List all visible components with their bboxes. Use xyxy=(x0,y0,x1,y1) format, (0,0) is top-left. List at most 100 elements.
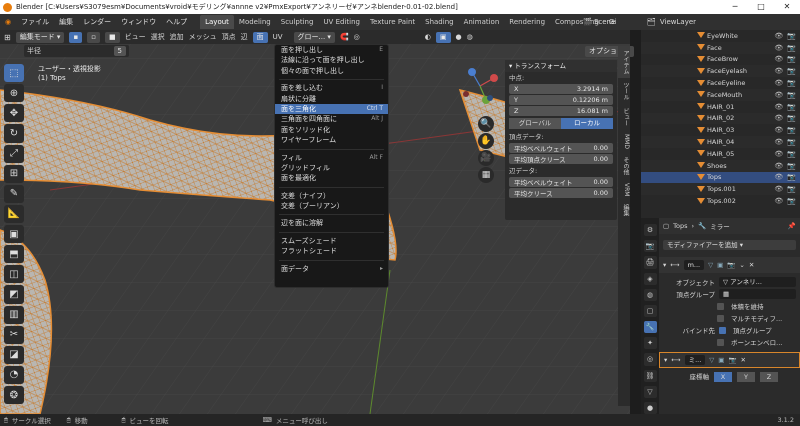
axis-y-toggle[interactable]: Y xyxy=(737,372,755,382)
editmode2-toggle-icon[interactable]: ▽ xyxy=(709,356,714,364)
vertex-bevel-field[interactable]: 平均ベベルウェイト 0.00 xyxy=(509,143,613,153)
camera-icon[interactable]: 🎥 xyxy=(478,150,494,166)
transform-orientation[interactable]: グロー... ▾ xyxy=(293,31,335,43)
render-camera-icon[interactable]: 📷 xyxy=(787,79,796,87)
menu-add[interactable]: 追加 xyxy=(170,32,184,42)
outliner-row[interactable]: FaceEyeline 👁 📷 xyxy=(641,77,800,89)
poly-build-tool-icon[interactable]: ◪ xyxy=(4,345,24,364)
overlay-icon[interactable]: ◐ xyxy=(425,33,431,41)
realtime-toggle-icon[interactable]: ▣ xyxy=(717,261,723,269)
render-camera-icon[interactable]: 📷 xyxy=(787,91,796,99)
outliner-row[interactable]: FaceMouth 👁 📷 xyxy=(641,88,800,101)
visibility-eye-icon[interactable]: 👁 xyxy=(774,44,783,52)
render-camera-icon[interactable]: 📷 xyxy=(787,67,796,75)
visibility-eye-icon[interactable]: 👁 xyxy=(774,79,783,87)
tab-shading[interactable]: Shading xyxy=(420,15,458,29)
visibility-eye-icon[interactable]: 👁 xyxy=(774,185,783,193)
menu-edge[interactable]: 辺 xyxy=(241,32,248,42)
bind-bone-checkbox[interactable] xyxy=(717,338,724,346)
shading-solid-icon[interactable]: ● xyxy=(456,33,462,41)
npanel-tab-vrm[interactable]: VRM xyxy=(618,179,630,200)
render-camera-icon[interactable]: 📷 xyxy=(787,138,796,146)
median-y-field[interactable]: Y 0.12206 m xyxy=(509,95,613,105)
axis-z-toggle[interactable]: Z xyxy=(760,372,778,382)
blender-menu-icon[interactable]: ◉ xyxy=(0,18,16,26)
knife-tool-icon[interactable]: ✂ xyxy=(4,325,24,344)
minimize-button[interactable]: ─ xyxy=(722,0,748,14)
menu-help[interactable]: ヘルプ xyxy=(161,17,192,27)
render-camera-icon[interactable]: 📷 xyxy=(787,197,796,205)
face-menu-item[interactable]: 三角面を四角面に Alt J xyxy=(275,114,388,124)
add-modifier-button[interactable]: モディファイアーを追加 ▾ xyxy=(663,240,796,250)
measure-tool-icon[interactable]: 📐 xyxy=(4,204,24,223)
cursor-tool-icon[interactable]: ⊕ xyxy=(4,84,24,103)
face-menu-item[interactable]: 面データ ▸ xyxy=(275,264,388,274)
menu-vertex[interactable]: 頂点 xyxy=(222,32,236,42)
outliner-row[interactable]: HAIR_05 👁 📷 xyxy=(641,148,800,160)
mirror-object-field[interactable]: ▽ アンネリ... xyxy=(719,277,796,287)
visibility-eye-icon[interactable]: 👁 xyxy=(774,55,783,63)
npanel-tab-item[interactable]: アイテム xyxy=(618,46,630,78)
world-props-icon[interactable]: ◍ xyxy=(643,288,657,301)
vertex-select-mode[interactable]: ▪ xyxy=(69,31,83,43)
xray-icon[interactable]: ▣ xyxy=(435,31,451,43)
outliner-row[interactable]: Tops 👁 📷 xyxy=(641,171,800,184)
modifier1-menu-icon[interactable]: ⌄ xyxy=(739,261,744,269)
outliner-row[interactable]: HAIR_04 👁 📷 xyxy=(641,136,800,148)
tab-texture-paint[interactable]: Texture Paint xyxy=(365,15,420,29)
rotate-tool-icon[interactable]: ↻ xyxy=(4,124,24,143)
npanel-tab-view[interactable]: ビュー xyxy=(618,104,630,130)
modifier-props-icon[interactable]: 🔧 xyxy=(643,321,657,334)
collapse2-icon[interactable]: ▾ xyxy=(664,356,667,364)
median-z-field[interactable]: Z 16.081 m xyxy=(509,106,613,116)
spin-tool-icon[interactable]: ◔ xyxy=(4,365,24,384)
menu-select[interactable]: 選択 xyxy=(151,32,165,42)
face-menu-item[interactable]: 面を差し込む I xyxy=(275,83,388,93)
face-menu-item[interactable]: グリッドフィル xyxy=(275,163,388,173)
tool-props-icon[interactable]: ⚙ xyxy=(643,224,657,237)
local-button[interactable]: ローカル xyxy=(561,118,613,129)
render2-toggle-icon[interactable]: 📷 xyxy=(728,356,736,364)
visibility-eye-icon[interactable]: 👁 xyxy=(774,67,783,75)
outliner-row[interactable]: HAIR_01 👁 📷 xyxy=(641,101,800,113)
menu-edit[interactable]: 編集 xyxy=(54,17,78,27)
radius-field[interactable]: 5 xyxy=(113,46,126,56)
select-box-tool-icon[interactable]: ⬚ xyxy=(4,64,24,83)
edge-crease-field[interactable]: 平均クリース 0.00 xyxy=(509,188,613,198)
particles-props-icon[interactable]: ✦ xyxy=(643,337,657,350)
tab-layout[interactable]: Layout xyxy=(200,15,234,29)
shading-material-icon[interactable]: ◍ xyxy=(467,33,473,41)
pan-hand-icon[interactable]: ✋ xyxy=(478,133,494,149)
transform-panel-header[interactable]: ▾ トランスフォーム xyxy=(505,60,617,72)
visibility-eye-icon[interactable]: 👁 xyxy=(774,162,783,170)
tab-rendering[interactable]: Rendering xyxy=(504,15,550,29)
add-cube-tool-icon[interactable]: ▣ xyxy=(4,225,24,244)
outliner-row[interactable]: Tops.002 👁 📷 xyxy=(641,195,800,207)
face-menu-item[interactable]: ワイヤーフレーム xyxy=(275,135,388,145)
face-menu-item[interactable]: 面を三角化 Ctrl T xyxy=(275,103,388,115)
zoom-icon[interactable]: 🔍 xyxy=(478,116,494,132)
tab-uv-editing[interactable]: UV Editing xyxy=(318,15,365,29)
data-props-icon[interactable]: ▽ xyxy=(643,385,657,398)
render-camera-icon[interactable]: 📷 xyxy=(787,185,796,193)
render-props-icon[interactable]: 📷 xyxy=(643,240,657,253)
loop-cut-tool-icon[interactable]: ▥ xyxy=(4,305,24,324)
menu-face[interactable]: 面 xyxy=(252,31,268,43)
visibility-eye-icon[interactable]: 👁 xyxy=(774,32,783,40)
menu-window[interactable]: ウィンドウ xyxy=(116,17,161,27)
face-menu-item[interactable]: スムーズシェード xyxy=(275,236,388,246)
smooth-tool-icon[interactable]: ❂ xyxy=(4,386,24,405)
tab-modeling[interactable]: Modeling xyxy=(234,15,276,29)
bind-vgroup-checkbox[interactable] xyxy=(719,326,726,334)
physics-props-icon[interactable]: ◎ xyxy=(643,353,657,366)
outliner-row[interactable]: Tops.001 👁 📷 xyxy=(641,183,800,196)
face-select-mode[interactable]: ■ xyxy=(104,31,120,43)
modifier2-name-field[interactable]: ミ... xyxy=(684,355,706,365)
bevel-tool-icon[interactable]: ◩ xyxy=(4,285,24,304)
editor-type-icon[interactable]: ⊞ xyxy=(4,33,11,42)
outliner-row[interactable]: Face 👁 📷 xyxy=(641,41,800,54)
face-menu-item[interactable]: 面を最適化 xyxy=(275,173,388,183)
npanel-tab-mmd[interactable]: MMD xyxy=(618,130,630,153)
vertex-crease-field[interactable]: 平均頂点クリース 0.00 xyxy=(509,154,613,164)
snap-icon[interactable]: 🧲 xyxy=(340,33,349,41)
